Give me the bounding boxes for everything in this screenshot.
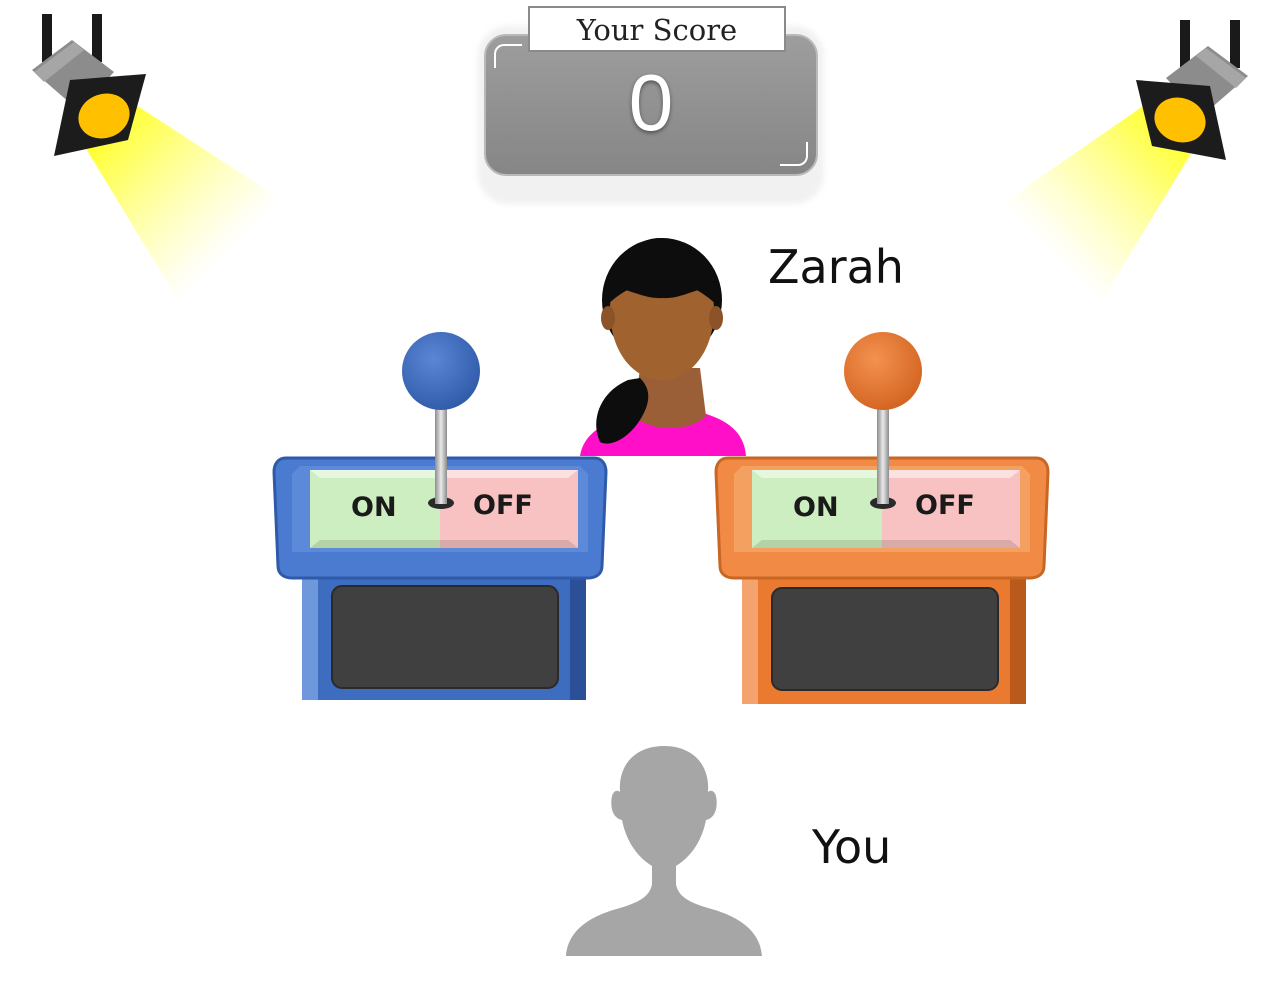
blue-on-label[interactable]: ON — [351, 492, 397, 523]
orange-console-screen — [771, 587, 999, 691]
orange-lever-knob — [844, 332, 922, 410]
blue-console-screen — [331, 585, 559, 689]
blue-lever-knob — [402, 332, 480, 410]
orange-on-label[interactable]: ON — [793, 492, 839, 523]
switch-consoles — [272, 332, 1050, 704]
orange-switch-console[interactable] — [714, 332, 1050, 704]
blue-off-label[interactable]: OFF — [473, 490, 533, 521]
orange-off-label[interactable]: OFF — [915, 490, 975, 521]
blue-switch-console[interactable] — [272, 332, 608, 700]
